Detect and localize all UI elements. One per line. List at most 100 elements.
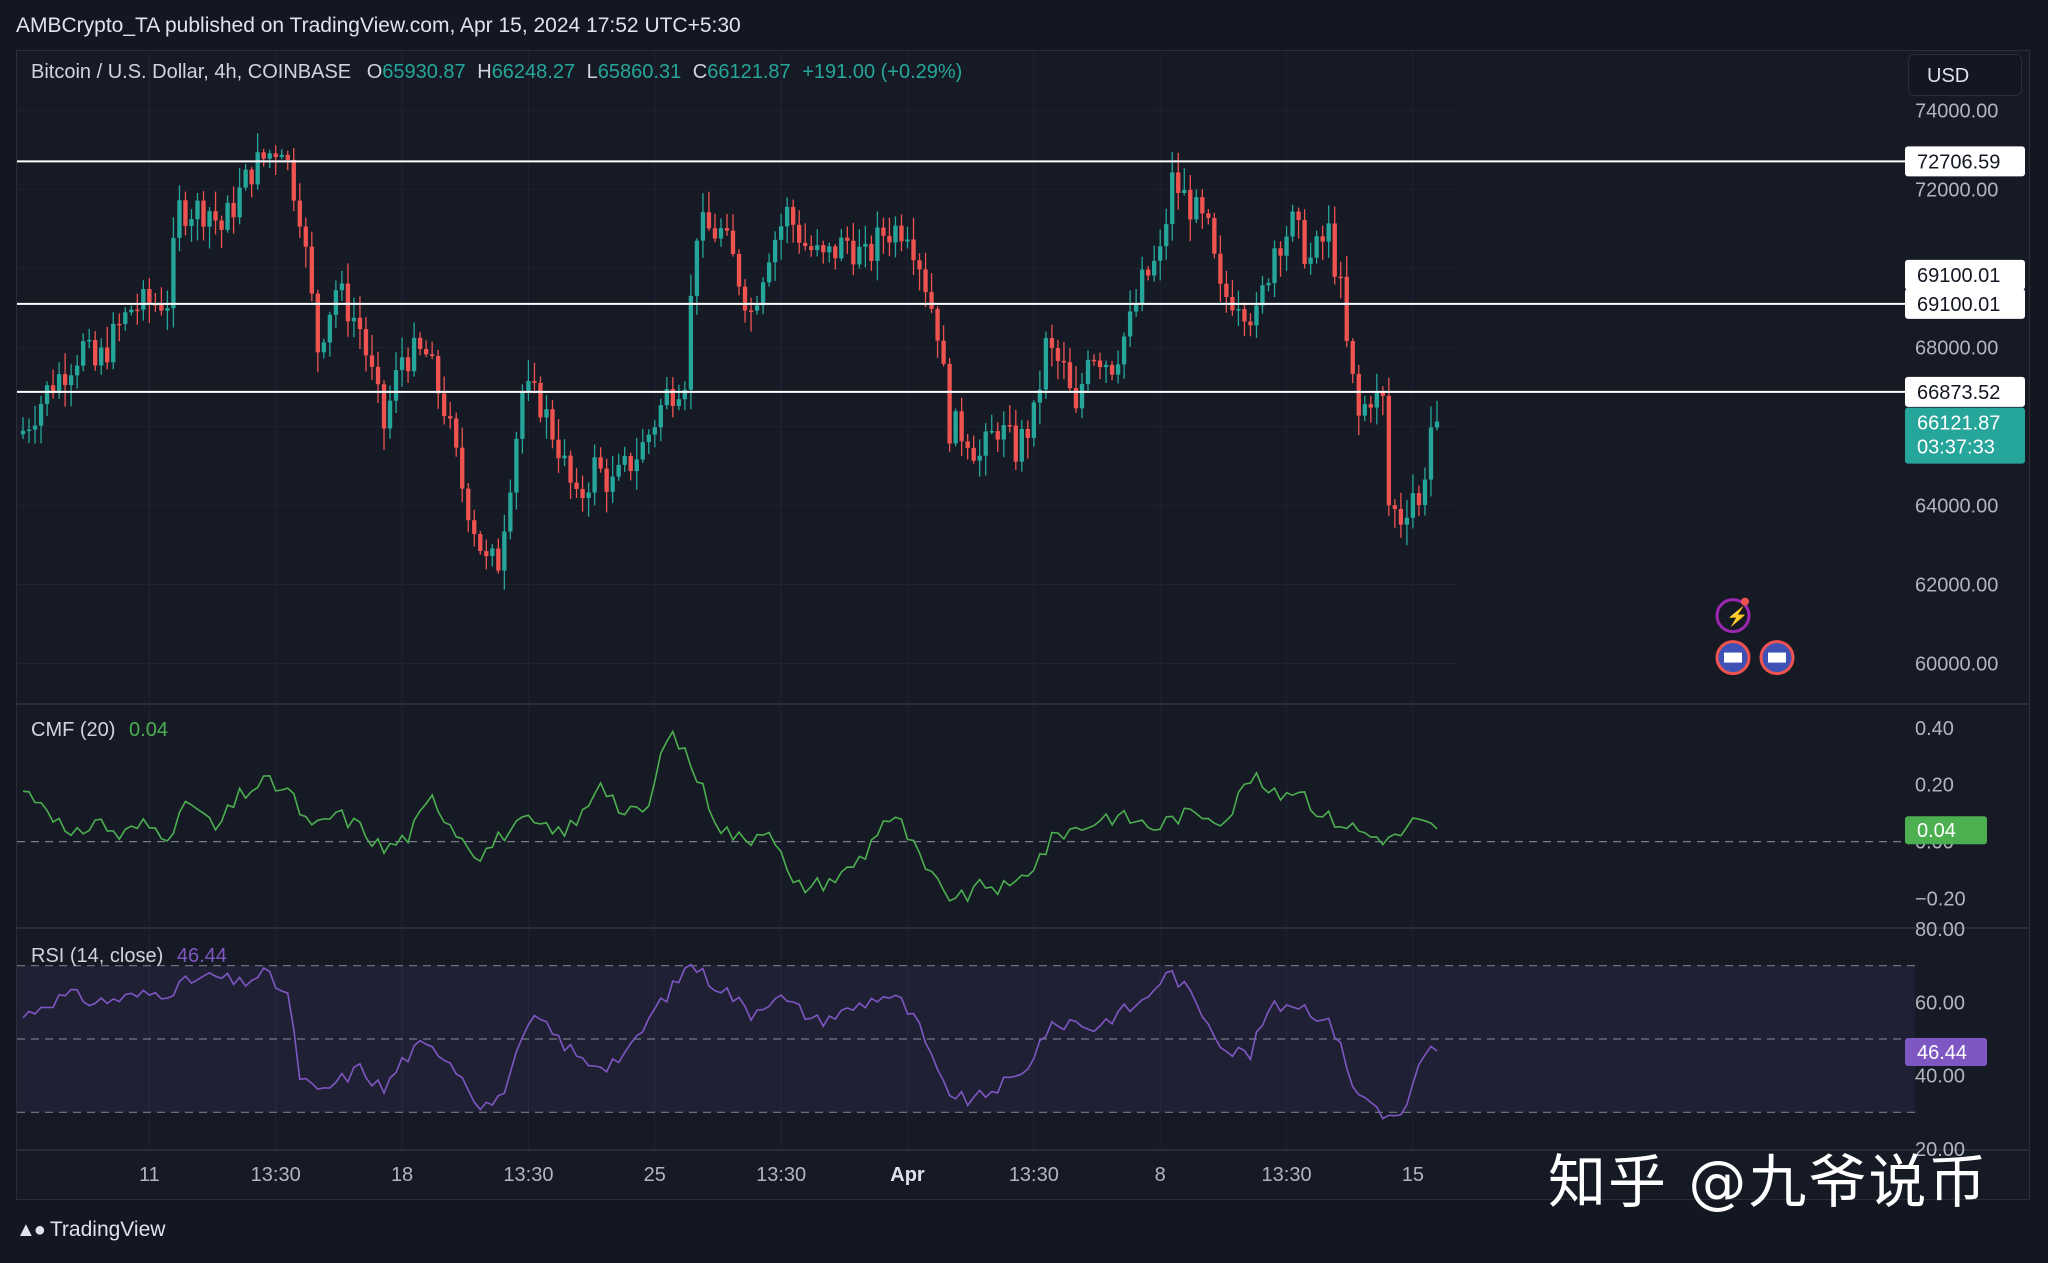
- watermark: 知乎 @九爷说币: [1548, 1148, 1989, 1216]
- candle-body: [484, 550, 489, 557]
- candle-body: [177, 200, 182, 238]
- cmf-value-tag: 0.04: [1917, 820, 1956, 842]
- candle-body: [574, 482, 579, 490]
- candle-body: [111, 323, 116, 363]
- cmf-legend[interactable]: CMF (20) 0.04: [31, 719, 168, 742]
- close-value: 66121.87: [707, 61, 791, 83]
- time-axis-label: 13:30: [251, 1164, 301, 1186]
- rsi-label: RSI (14, close): [31, 945, 164, 967]
- rsi-axis-label: 80.00: [1915, 919, 1965, 941]
- candle-body: [520, 391, 525, 439]
- candle-body: [598, 457, 603, 469]
- candle-body: [291, 159, 296, 201]
- candle-body: [676, 399, 682, 406]
- candle-body: [56, 374, 62, 394]
- candle-body: [851, 240, 856, 265]
- tradingview-brand[interactable]: ▲● TradingView: [16, 1218, 165, 1242]
- candle-body: [724, 228, 730, 231]
- candle-body: [604, 468, 609, 492]
- candle-body: [526, 381, 531, 392]
- candle-body: [339, 283, 345, 291]
- candle-body: [1422, 479, 1428, 506]
- high-label: H: [477, 61, 492, 83]
- candle-body: [1013, 425, 1018, 462]
- candle-body: [387, 400, 393, 429]
- candle-body: [1350, 341, 1355, 374]
- low-value: 65860.31: [597, 61, 682, 83]
- candle-body: [327, 314, 333, 343]
- chart-canvas[interactable]: 74000.0072000.0070000.0068000.0066000.00…: [17, 51, 2029, 1199]
- candle-body: [803, 242, 808, 247]
- candle-body: [171, 237, 176, 309]
- time-axis-label: 8: [1155, 1164, 1166, 1186]
- candle-body: [369, 355, 375, 367]
- candle-body: [297, 200, 302, 227]
- candle-body: [1356, 373, 1361, 416]
- candle-body: [977, 455, 982, 461]
- candle-body: [219, 220, 224, 230]
- candle-body: [472, 520, 477, 535]
- candle-body: [357, 317, 363, 330]
- candle-body: [32, 425, 38, 430]
- close-label: C: [692, 61, 708, 83]
- candle-body: [718, 228, 724, 239]
- candle-body: [556, 439, 561, 459]
- candle-body: [1248, 321, 1253, 326]
- candle-body: [375, 366, 381, 385]
- level-tag-69100-a: 69100.01: [1917, 265, 2000, 287]
- time-axis-label: 13:30: [756, 1164, 806, 1186]
- currency-button[interactable]: USD: [1908, 54, 2022, 96]
- candle-body: [754, 305, 760, 311]
- candle-body: [1109, 364, 1115, 375]
- candle-body: [1398, 508, 1404, 525]
- candle-body: [712, 228, 718, 239]
- candle-body: [1266, 283, 1271, 286]
- candle-body: [363, 329, 369, 356]
- candle-body: [1242, 309, 1247, 322]
- candle-body: [1404, 517, 1410, 525]
- rsi-legend[interactable]: RSI (14, close) 46.44: [31, 945, 227, 968]
- candle-body: [875, 227, 880, 261]
- candle-body: [466, 488, 471, 521]
- candle-body: [778, 226, 784, 240]
- candle-body: [508, 492, 513, 532]
- candle-body: [929, 292, 934, 309]
- candle-body: [1368, 404, 1373, 408]
- candle-body: [784, 206, 790, 227]
- candle-body: [586, 492, 591, 499]
- candle-body: [442, 393, 447, 417]
- time-axis-label: 13:30: [1009, 1164, 1059, 1186]
- candle-body: [1001, 425, 1006, 440]
- candle-body: [20, 430, 26, 435]
- candle-body: [345, 283, 351, 322]
- level-tag-72706: 72706.59: [1917, 151, 2000, 173]
- time-axis-label: 13:30: [503, 1164, 553, 1186]
- candle-body: [983, 431, 988, 456]
- candle-body: [869, 243, 874, 261]
- candle-body: [478, 534, 483, 551]
- candle-body: [26, 429, 32, 432]
- candle-body: [706, 212, 712, 229]
- candle-body: [881, 227, 886, 236]
- candle-body: [141, 289, 146, 310]
- candle-body: [1164, 224, 1169, 247]
- candle-body: [911, 239, 916, 261]
- candle-body: [622, 456, 627, 465]
- candle-body: [893, 225, 898, 243]
- candle-body: [411, 337, 417, 372]
- candle-body: [285, 154, 290, 160]
- candle-body: [634, 459, 639, 472]
- candle-body: [1200, 197, 1205, 214]
- candle-body: [1188, 189, 1193, 220]
- candle-body: [1410, 493, 1416, 518]
- candle-body: [351, 317, 357, 322]
- time-axis-label: 18: [391, 1164, 413, 1186]
- candle-body: [1025, 429, 1030, 438]
- symbol-label[interactable]: Bitcoin / U.S. Dollar, 4h, COINBASE: [31, 61, 351, 83]
- candle-body: [68, 375, 74, 386]
- candle-body: [748, 310, 754, 312]
- candle-body: [165, 308, 170, 311]
- candle-body: [899, 225, 904, 242]
- candle-body: [303, 226, 308, 247]
- candle-body: [189, 219, 194, 226]
